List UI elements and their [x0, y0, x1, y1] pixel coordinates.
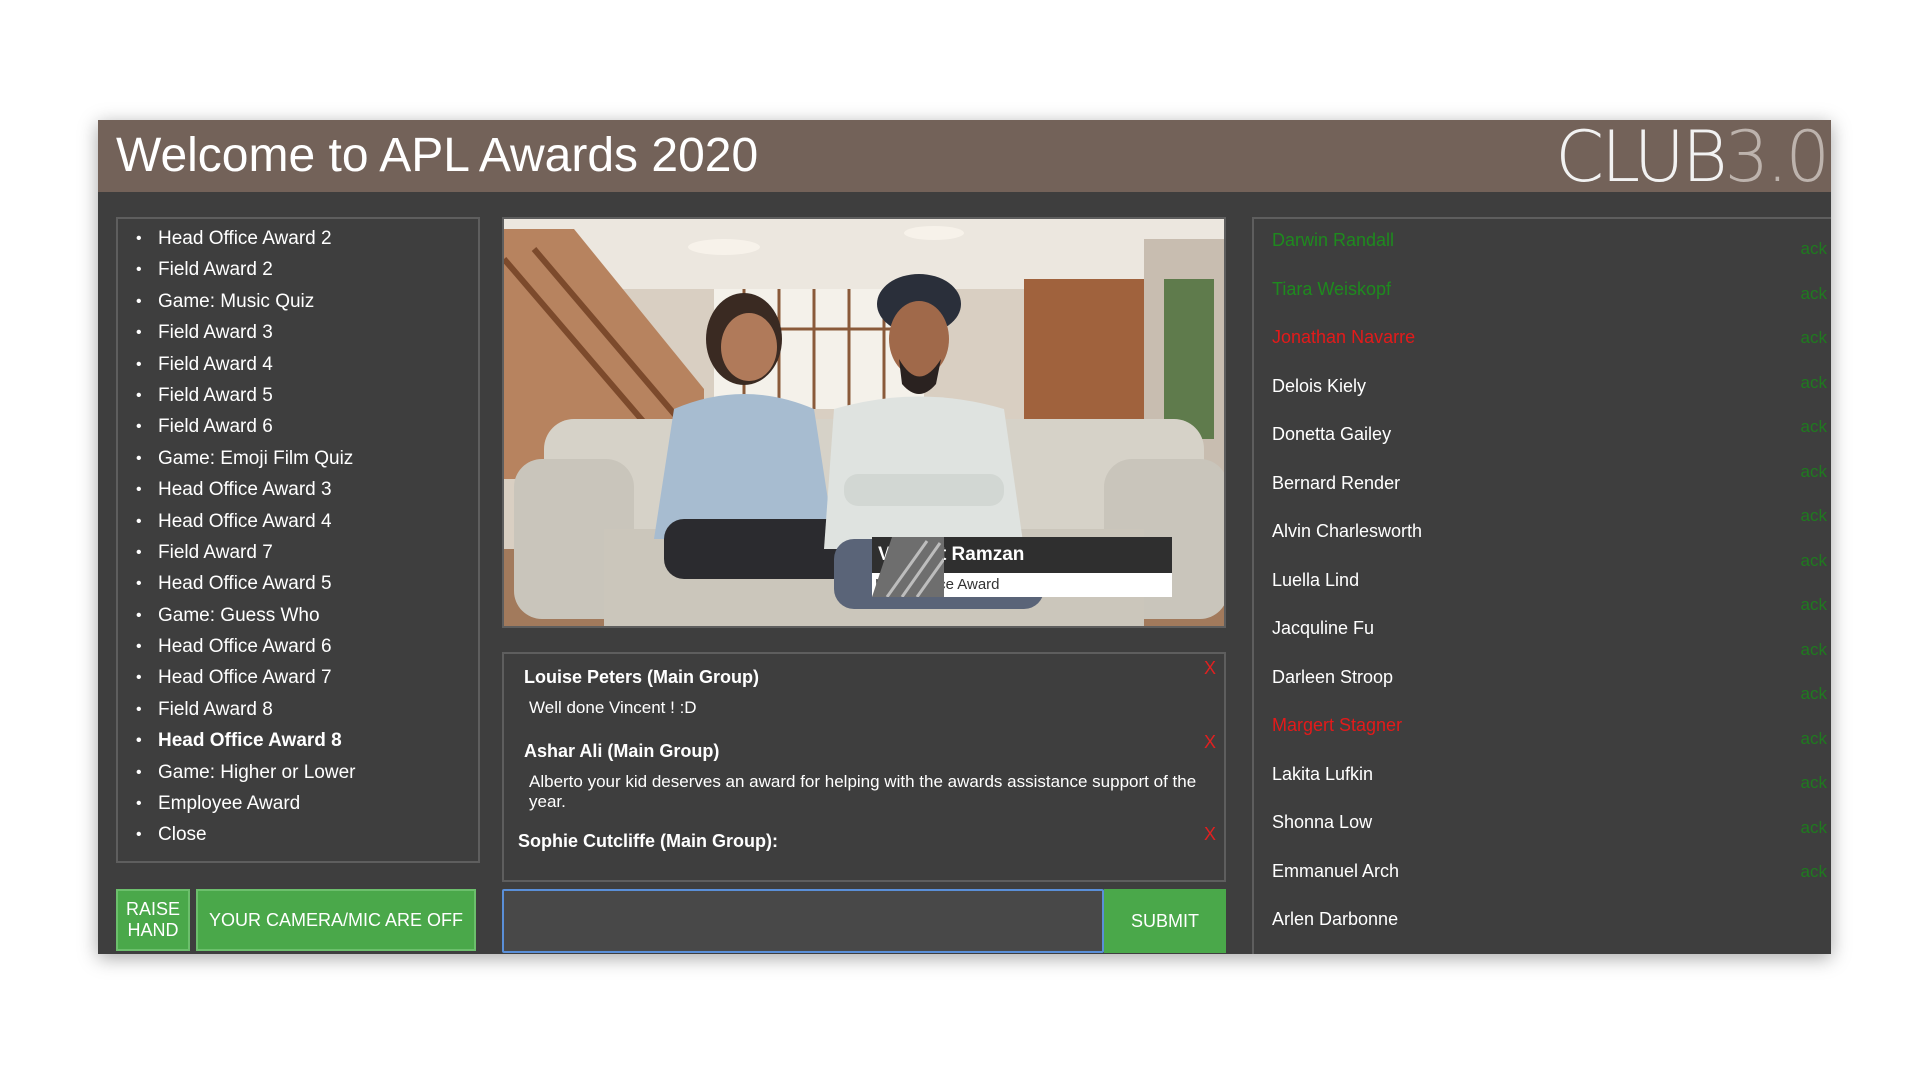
- agenda-item[interactable]: Field Award 2: [136, 258, 478, 289]
- ack-button[interactable]: ack: [1801, 640, 1827, 660]
- submit-button[interactable]: SUBMIT: [1104, 889, 1226, 953]
- chat-author: Ashar Ali (Main Group): [524, 741, 720, 761]
- logo-suffix: 3.0: [1724, 116, 1830, 198]
- participant-name: Emmanuel Arch: [1272, 860, 1400, 881]
- agenda-item[interactable]: Head Office Award 2: [136, 227, 478, 258]
- chat-message: Louise Peters (Main Group) Well done Vin…: [524, 666, 1204, 718]
- ack-button[interactable]: ack: [1801, 462, 1827, 482]
- participant-name: Bernard Render: [1272, 472, 1401, 493]
- camera-mic-status-button[interactable]: YOUR CAMERA/MIC ARE OFF: [196, 889, 476, 951]
- ack-button[interactable]: ack: [1801, 506, 1827, 526]
- chat-text: Alberto your kid deserves an award for h…: [529, 772, 1197, 811]
- ack-button[interactable]: ack: [1801, 729, 1827, 749]
- logo-main: CLUB: [1555, 116, 1727, 198]
- agenda-item[interactable]: Game: Emoji Film Quiz: [136, 447, 478, 478]
- ack-button[interactable]: ack: [1801, 862, 1827, 882]
- chat-log[interactable]: Louise Peters (Main Group) Well done Vin…: [502, 652, 1226, 882]
- chat-text: Well done Vincent ! :D: [529, 698, 697, 717]
- page-title: Welcome to APL Awards 2020: [116, 129, 759, 182]
- header-bar: Welcome to APL Awards 2020 CLUB3.0: [98, 120, 1831, 192]
- participant-name: Darwin Randall: [1272, 230, 1395, 250]
- ack-button[interactable]: ack: [1801, 239, 1827, 259]
- delete-message-icon[interactable]: X: [1204, 732, 1216, 753]
- ack-button[interactable]: ack: [1801, 684, 1827, 704]
- participant-name: Alvin Charlesworth: [1272, 521, 1423, 541]
- participant-name: Arlen Darbonne: [1272, 909, 1399, 929]
- delete-message-icon[interactable]: X: [1204, 658, 1216, 679]
- participant-name: Shonna Low: [1272, 812, 1373, 832]
- agenda-item[interactable]: Head Office Award 4: [136, 510, 478, 541]
- ack-button[interactable]: ack: [1801, 818, 1827, 838]
- chat-message: Ashar Ali (Main Group) Alberto your kid …: [524, 740, 1204, 812]
- ack-button[interactable]: ack: [1801, 595, 1827, 615]
- brand-logo: CLUB3.0: [1555, 122, 1830, 192]
- delete-message-icon[interactable]: X: [1204, 824, 1216, 845]
- agenda-item[interactable]: Employee Award: [136, 792, 478, 823]
- agenda-item[interactable]: Field Award 8: [136, 698, 478, 729]
- name-lower-third: Vincent Ramzan Head Office Award: [872, 537, 1224, 599]
- participant-name: Darleen Stroop: [1272, 666, 1394, 687]
- participant-name: Tiara Weiskopf: [1272, 278, 1392, 299]
- agenda-item[interactable]: Head Office Award 3: [136, 478, 478, 509]
- ack-button[interactable]: ack: [1801, 551, 1827, 571]
- participant-name: Lakita Lufkin: [1272, 763, 1374, 784]
- stripe-decoration: [872, 537, 944, 597]
- raise-hand-button[interactable]: RAISE HAND: [116, 889, 190, 951]
- ack-button[interactable]: ack: [1801, 773, 1827, 793]
- participant-name: Jacquline Fu: [1272, 618, 1375, 638]
- agenda-item[interactable]: Head Office Award 8: [136, 729, 478, 760]
- agenda-item[interactable]: Field Award 7: [136, 541, 478, 572]
- agenda-item[interactable]: Field Award 6: [136, 415, 478, 446]
- agenda-item[interactable]: Close: [136, 823, 478, 854]
- agenda-panel: Head Office Award 2Field Award 2Game: Mu…: [116, 217, 480, 863]
- chat-message: Sophie Cutcliffe (Main Group):: [518, 830, 1198, 862]
- chat-author: Sophie Cutcliffe (Main Group):: [518, 831, 778, 851]
- participants-panel: Darwin Randall Tiara Weiskopf Jonathan Nav…: [1252, 217, 1831, 954]
- agenda-list: Head Office Award 2Field Award 2Game: Mu…: [118, 219, 478, 855]
- agenda-item[interactable]: Field Award 5: [136, 384, 478, 415]
- app-window: Welcome to APL Awards 2020 CLUB3.0 Head …: [98, 120, 1831, 954]
- ack-button[interactable]: ack: [1801, 417, 1827, 437]
- agenda-item[interactable]: Game: Higher or Lower: [136, 761, 478, 792]
- participant-name: Delois Kiely: [1272, 375, 1367, 396]
- chat-author: Louise Peters (Main Group): [524, 667, 760, 687]
- agenda-item[interactable]: Game: Guess Who: [136, 604, 478, 635]
- participant-name: Luella Lind: [1272, 569, 1360, 590]
- ack-button[interactable]: ack: [1801, 373, 1827, 393]
- agenda-item[interactable]: Head Office Award 7: [136, 666, 478, 697]
- agenda-item[interactable]: Field Award 3: [136, 321, 478, 352]
- agenda-item[interactable]: Field Award 4: [136, 353, 478, 384]
- ack-button[interactable]: ack: [1801, 328, 1827, 348]
- agenda-item[interactable]: Head Office Award 5: [136, 572, 478, 603]
- participant-name: Jonathan Navarre: [1272, 327, 1416, 347]
- video-feed: Vincent Ramzan Head Office Award: [502, 217, 1226, 628]
- ack-button[interactable]: ack: [1801, 284, 1827, 304]
- participant-name: Margert Stagner: [1272, 715, 1403, 735]
- participant-name: Donetta Gailey: [1272, 424, 1392, 444]
- agenda-item[interactable]: Game: Music Quiz: [136, 290, 478, 321]
- chat-input[interactable]: [502, 889, 1104, 953]
- agenda-item[interactable]: Head Office Award 6: [136, 635, 478, 666]
